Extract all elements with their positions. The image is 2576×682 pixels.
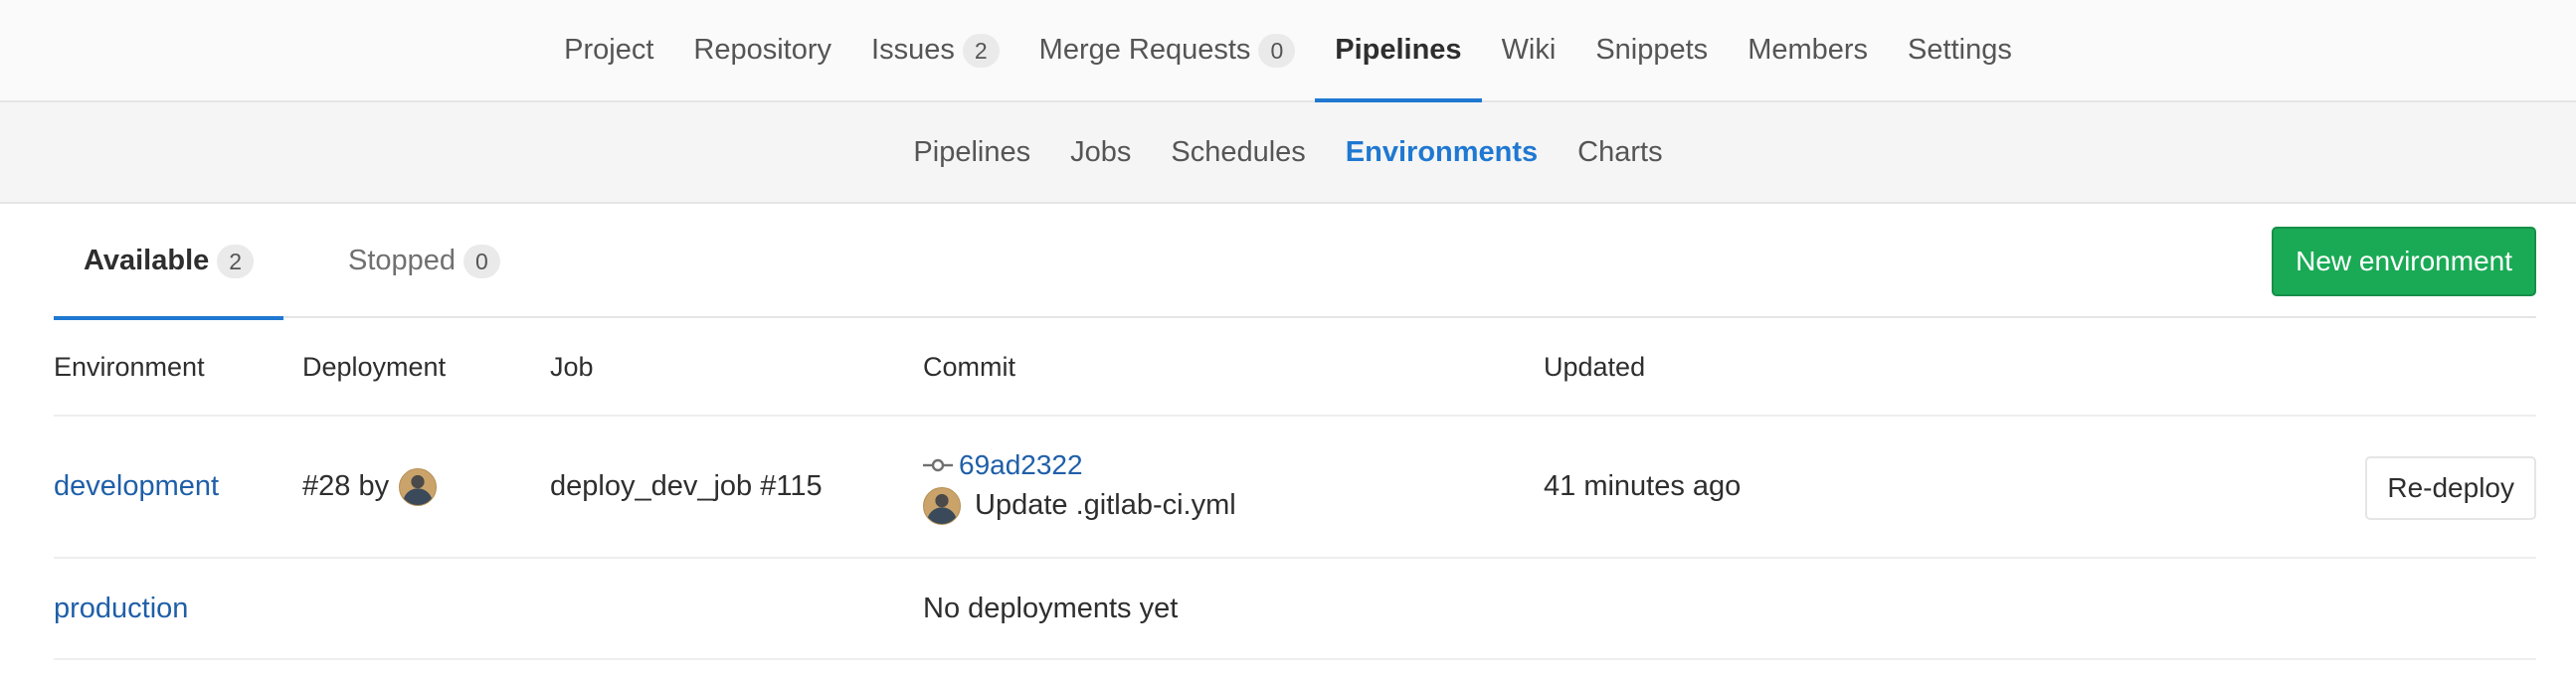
- header-environment: Environment: [54, 352, 205, 382]
- tab-available-label: Available: [84, 245, 210, 276]
- redeploy-button[interactable]: Re-deploy: [2365, 456, 2536, 520]
- nav-members[interactable]: Members: [1728, 0, 1888, 100]
- commit-author-avatar[interactable]: [923, 486, 961, 525]
- nav-repository-label: Repository: [693, 34, 832, 66]
- subnav-jobs[interactable]: Jobs: [1050, 136, 1151, 169]
- updated-cell: 41 minutes ago: [1544, 417, 1741, 557]
- subnav-pipelines[interactable]: Pipelines: [893, 136, 1050, 169]
- deployment-label: #28 by: [302, 470, 390, 502]
- header-deployment: Deployment: [302, 352, 447, 382]
- nav-settings-label: Settings: [1908, 34, 2012, 66]
- header-commit: Commit: [923, 352, 1015, 382]
- tab-available[interactable]: Available 2: [54, 204, 284, 320]
- pipelines-subnav: Pipelines Jobs Schedules Environments Ch…: [0, 102, 2576, 204]
- nav-wiki[interactable]: Wiki: [1482, 0, 1576, 100]
- new-environment-button[interactable]: New environment: [2272, 227, 2536, 296]
- commit-sha-link[interactable]: 69ad2322: [959, 449, 1083, 481]
- job-link[interactable]: deploy_dev_job #115: [550, 470, 823, 503]
- deployment-cell: #28 by: [302, 417, 438, 557]
- nav-issues-label: Issues: [871, 34, 955, 66]
- nav-project[interactable]: Project: [544, 0, 673, 100]
- commit-message-line: Update .gitlab-ci.yml: [923, 486, 1236, 525]
- environment-cell: production: [54, 559, 188, 658]
- tab-stopped[interactable]: Stopped 0: [318, 204, 530, 318]
- deployer-avatar[interactable]: [399, 467, 438, 506]
- nav-members-label: Members: [1748, 34, 1869, 66]
- issues-count-badge: 2: [962, 33, 1000, 68]
- header-job: Job: [550, 352, 594, 382]
- nav-wiki-label: Wiki: [1501, 34, 1557, 66]
- job-cell: deploy_dev_job #115: [550, 417, 823, 557]
- table-row: development #28 by deploy_dev_job #115 6…: [54, 417, 2536, 559]
- stopped-count-badge: 0: [463, 244, 500, 278]
- commit-sha-line: 69ad2322: [923, 449, 1083, 481]
- subnav-charts[interactable]: Charts: [1558, 136, 1682, 169]
- available-count-badge: 2: [217, 244, 255, 278]
- nav-repository[interactable]: Repository: [673, 0, 851, 100]
- nav-merge-requests[interactable]: Merge Requests 0: [1019, 0, 1316, 100]
- environment-cell: development: [54, 417, 219, 557]
- nav-snippets-label: Snippets: [1595, 34, 1709, 66]
- commit-icon: [923, 458, 953, 471]
- nav-pipelines-label: Pipelines: [1335, 34, 1462, 66]
- no-deployments-cell: No deployments yet: [923, 559, 1178, 658]
- project-nav: Project Repository Issues 2 Merge Request…: [0, 0, 2576, 102]
- commit-message[interactable]: Update .gitlab-ci.yml: [975, 489, 1236, 522]
- tab-stopped-label: Stopped: [348, 245, 457, 276]
- updated-time: 41 minutes ago: [1544, 470, 1742, 502]
- nav-pipelines[interactable]: Pipelines: [1315, 0, 1482, 102]
- table-row: production No deployments yet: [54, 559, 2536, 660]
- nav-issues[interactable]: Issues 2: [851, 0, 1019, 100]
- nav-merge-requests-label: Merge Requests: [1038, 34, 1251, 66]
- table-header: Environment Deployment Job Commit Update…: [54, 318, 2536, 417]
- environment-tabs: Available 2 Stopped 0 New environment: [54, 204, 2536, 320]
- commit-cell: 69ad2322 Update .gitlab-ci.yml: [923, 417, 1236, 557]
- nav-snippets[interactable]: Snippets: [1575, 0, 1728, 100]
- subnav-environments[interactable]: Environments: [1326, 136, 1558, 169]
- header-updated: Updated: [1544, 352, 1646, 382]
- environment-link-production[interactable]: production: [54, 593, 188, 625]
- environment-link-development[interactable]: development: [54, 470, 219, 503]
- no-deployments-text: No deployments yet: [923, 592, 1179, 624]
- merge-requests-count-badge: 0: [1258, 33, 1296, 68]
- subnav-schedules[interactable]: Schedules: [1151, 136, 1325, 169]
- environments-table: Environment Deployment Job Commit Update…: [54, 318, 2536, 660]
- nav-project-label: Project: [564, 34, 654, 66]
- nav-settings[interactable]: Settings: [1888, 0, 2032, 100]
